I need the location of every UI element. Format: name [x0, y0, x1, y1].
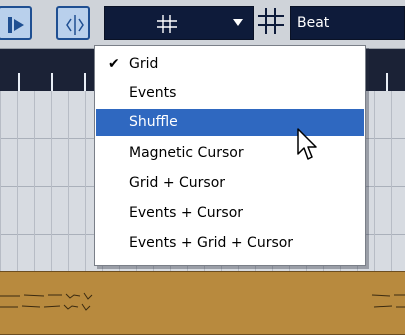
ruler-tick [386, 73, 388, 91]
ruler-tick [51, 73, 53, 91]
toolbar: Beat [0, 0, 405, 49]
quantize-value: Beat [297, 15, 330, 31]
snap-type-menu: ✔ Grid Events Shuffle Magnetic Cursor Gr… [94, 45, 366, 266]
checkmark-icon: ✔ [108, 56, 120, 72]
menu-item-events[interactable]: Events [96, 80, 364, 107]
menu-item-label: Grid [129, 56, 159, 72]
menu-item-events-grid-cursor[interactable]: Events + Grid + Cursor [96, 230, 364, 257]
grid-icon [157, 15, 177, 33]
menu-item-grid-cursor[interactable]: Grid + Cursor [96, 170, 364, 197]
menu-item-events-cursor[interactable]: Events + Cursor [96, 200, 364, 227]
menu-item-magnetic-cursor[interactable]: Magnetic Cursor [96, 140, 364, 167]
autoscroll-icon [8, 17, 24, 33]
menu-item-label: Grid + Cursor [129, 175, 226, 191]
ruler-tick [18, 73, 20, 91]
quantize-value-dropdown[interactable]: Beat [290, 6, 405, 40]
menu-item-shuffle[interactable]: Shuffle [96, 109, 364, 136]
mouse-cursor-icon [297, 128, 317, 160]
snap-toggle-button[interactable] [56, 6, 90, 40]
ruler-tick [84, 73, 86, 91]
menu-item-grid[interactable]: ✔ Grid [96, 51, 364, 78]
waveform [0, 292, 405, 311]
audio-event[interactable] [0, 271, 405, 335]
autoscroll-button[interactable] [0, 6, 32, 40]
snap-type-dropdown[interactable] [104, 6, 254, 40]
snap-icon [66, 15, 84, 35]
quantize-grid-icon [258, 8, 284, 34]
chevron-down-icon [233, 19, 243, 26]
menu-item-label: Shuffle [129, 114, 178, 130]
menu-item-label: Events + Grid + Cursor [129, 235, 294, 251]
menu-item-label: Events [129, 85, 177, 101]
menu-item-label: Events + Cursor [129, 205, 244, 221]
menu-item-label: Magnetic Cursor [129, 145, 244, 161]
